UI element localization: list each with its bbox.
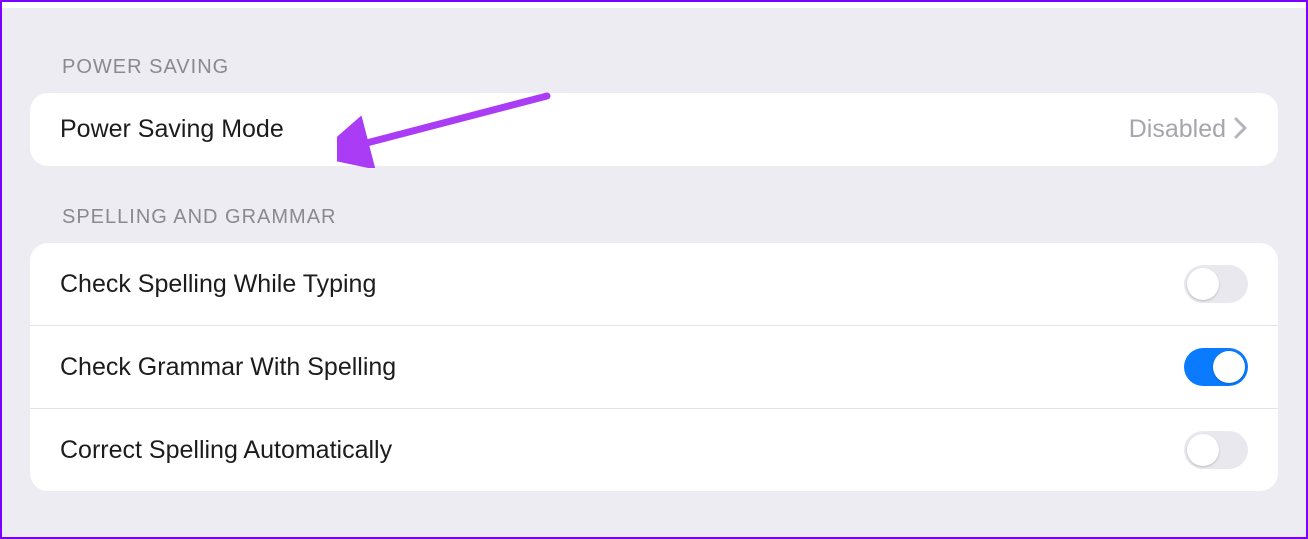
section-header-spelling-grammar: SPELLING AND GRAMMAR [30, 166, 1278, 243]
power-saving-card: Power Saving Mode Disabled [30, 93, 1278, 166]
check-spelling-label: Check Spelling While Typing [60, 270, 376, 299]
correct-spelling-row: Correct Spelling Automatically [30, 408, 1278, 491]
check-spelling-row: Check Spelling While Typing [30, 243, 1278, 325]
check-grammar-toggle[interactable] [1184, 348, 1248, 386]
correct-spelling-label: Correct Spelling Automatically [60, 436, 392, 465]
check-grammar-row: Check Grammar With Spelling [30, 325, 1278, 408]
power-saving-mode-row[interactable]: Power Saving Mode Disabled [30, 93, 1278, 166]
correct-spelling-toggle[interactable] [1184, 431, 1248, 469]
spelling-grammar-card: Check Spelling While Typing Check Gramma… [30, 243, 1278, 491]
check-grammar-label: Check Grammar With Spelling [60, 353, 396, 382]
chevron-right-icon [1234, 116, 1248, 144]
settings-panel: POWER SAVING Power Saving Mode Disabled … [2, 8, 1306, 537]
power-saving-mode-value: Disabled [1129, 115, 1226, 144]
section-header-power-saving: POWER SAVING [30, 8, 1278, 93]
check-spelling-toggle[interactable] [1184, 265, 1248, 303]
power-saving-mode-label: Power Saving Mode [60, 115, 284, 144]
